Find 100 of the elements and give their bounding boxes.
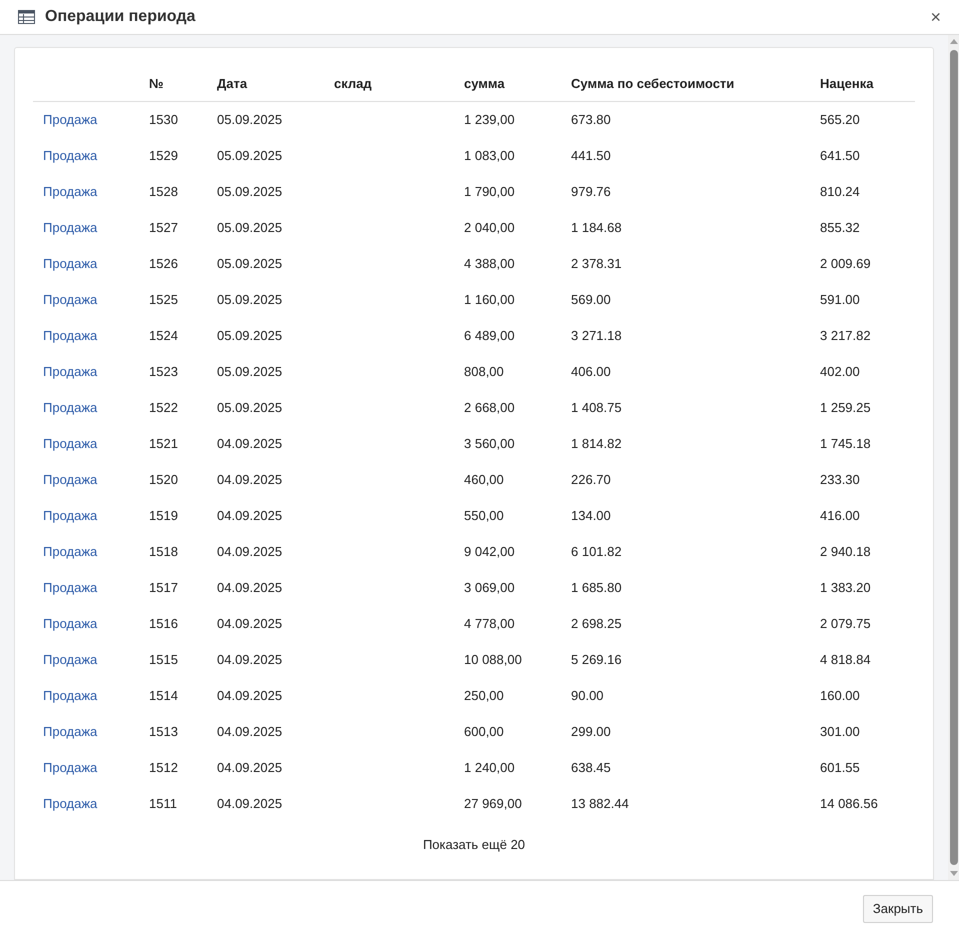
table-cell: 1 239,00 [464, 112, 515, 128]
table-cell: 3 217.82 [820, 328, 871, 344]
table-cell: 1520 [149, 472, 178, 488]
table-cell: 2 009.69 [820, 256, 871, 272]
table-cell: 04.09.2025 [217, 688, 282, 704]
table-cell: 04.09.2025 [217, 652, 282, 668]
operation-link[interactable]: Продажа [43, 148, 98, 164]
table-cell: 1530 [149, 112, 178, 128]
table-cell: 810.24 [820, 184, 860, 200]
window-title: Операции периода [45, 7, 196, 27]
scrollbar[interactable] [948, 35, 959, 880]
operation-link[interactable]: Продажа [43, 220, 98, 236]
table-cell: 05.09.2025 [217, 184, 282, 200]
column-header: Наценка [820, 76, 874, 92]
table-cell: 226.70 [571, 472, 611, 488]
show-more-button[interactable]: Показать ещё 20 [422, 835, 526, 854]
table-cell: 6 489,00 [464, 328, 515, 344]
table-cell: 04.09.2025 [217, 760, 282, 776]
operation-link[interactable]: Продажа [43, 400, 98, 416]
table-cell: 1 083,00 [464, 148, 515, 164]
table-cell: 1 408.75 [571, 400, 622, 416]
operation-link[interactable]: Продажа [43, 544, 98, 560]
table-cell: 1522 [149, 400, 178, 416]
table-cell: 601.55 [820, 760, 860, 776]
table-cell: 04.09.2025 [217, 580, 282, 596]
close-button[interactable]: × [930, 8, 941, 26]
table-cell: 90.00 [571, 688, 604, 704]
close-dialog-button[interactable]: Закрыть [862, 894, 933, 922]
table-cell: 2 378.31 [571, 256, 622, 272]
column-header: склад [334, 76, 372, 92]
table-cell: 10 088,00 [464, 652, 522, 668]
table-cell: 13 882.44 [571, 796, 629, 812]
table-cell: 1513 [149, 724, 178, 740]
table-cell: 441.50 [571, 148, 611, 164]
table-cell: 1 240,00 [464, 760, 515, 776]
table-cell: 979.76 [571, 184, 611, 200]
table-cell: 1 790,00 [464, 184, 515, 200]
table-cell: 4 388,00 [464, 256, 515, 272]
table-cell: 299.00 [571, 724, 611, 740]
table-cell: 1512 [149, 760, 178, 776]
table-cell: 2 668,00 [464, 400, 515, 416]
table-cell: 638.45 [571, 760, 611, 776]
table-cell: 27 969,00 [464, 796, 522, 812]
operation-link[interactable]: Продажа [43, 184, 98, 200]
table-cell: 05.09.2025 [217, 220, 282, 236]
table-cell: 591.00 [820, 292, 860, 308]
column-header: Сумма по себестоимости [571, 76, 734, 92]
table-cell: 04.09.2025 [217, 436, 282, 452]
table-cell: 1 685.80 [571, 580, 622, 596]
table-cell: 2 940.18 [820, 544, 871, 560]
table-cell: 1526 [149, 256, 178, 272]
table-cell: 134.00 [571, 508, 611, 524]
table-cell: 641.50 [820, 148, 860, 164]
operation-link[interactable]: Продажа [43, 292, 98, 308]
table-cell: 402.00 [820, 364, 860, 380]
column-header: Дата [217, 76, 248, 92]
table-cell: 5 269.16 [571, 652, 622, 668]
table-cell: 1515 [149, 652, 178, 668]
operation-link[interactable]: Продажа [43, 760, 98, 776]
table-cell: 1529 [149, 148, 178, 164]
table-cell: 1511 [149, 796, 177, 812]
table-cell: 250,00 [464, 688, 504, 704]
table-cell: 04.09.2025 [217, 472, 282, 488]
table-cell: 04.09.2025 [217, 616, 282, 632]
table-cell: 04.09.2025 [217, 724, 282, 740]
operation-link[interactable]: Продажа [43, 652, 98, 668]
table-cell: 05.09.2025 [217, 148, 282, 164]
table-cell: 1524 [149, 328, 178, 344]
table-cell: 6 101.82 [571, 544, 622, 560]
table-cell: 1 383.20 [820, 580, 871, 596]
table-cell: 1 160,00 [464, 292, 515, 308]
table-cell: 1 814.82 [571, 436, 622, 452]
column-header: № [149, 76, 164, 92]
table-cell: 1525 [149, 292, 178, 308]
table-cell: 04.09.2025 [217, 796, 282, 812]
table-cell: 1516 [149, 616, 178, 632]
operation-link[interactable]: Продажа [43, 616, 98, 632]
operation-link[interactable]: Продажа [43, 688, 98, 704]
table-cell: 460,00 [464, 472, 504, 488]
operation-link[interactable]: Продажа [43, 580, 98, 596]
table-cell: 05.09.2025 [217, 292, 282, 308]
table-cell: 600,00 [464, 724, 504, 740]
operation-link[interactable]: Продажа [43, 256, 98, 272]
table-cell: 565.20 [820, 112, 860, 128]
table-cell: 2 040,00 [464, 220, 515, 236]
table-cell: 4 818.84 [820, 652, 871, 668]
operation-link[interactable]: Продажа [43, 328, 98, 344]
table-cell: 569.00 [571, 292, 611, 308]
table-cell: 1519 [149, 508, 178, 524]
table-cell: 05.09.2025 [217, 400, 282, 416]
operation-link[interactable]: Продажа [43, 796, 98, 812]
operation-link[interactable]: Продажа [43, 112, 98, 128]
operation-link[interactable]: Продажа [43, 364, 98, 380]
operation-link[interactable]: Продажа [43, 724, 98, 740]
operation-link[interactable]: Продажа [43, 508, 98, 524]
table-cell: 416.00 [820, 508, 860, 524]
table-cell: 1 184.68 [571, 220, 622, 236]
operation-link[interactable]: Продажа [43, 472, 98, 488]
operation-link[interactable]: Продажа [43, 436, 98, 452]
table-cell: 14 086.56 [820, 796, 878, 812]
